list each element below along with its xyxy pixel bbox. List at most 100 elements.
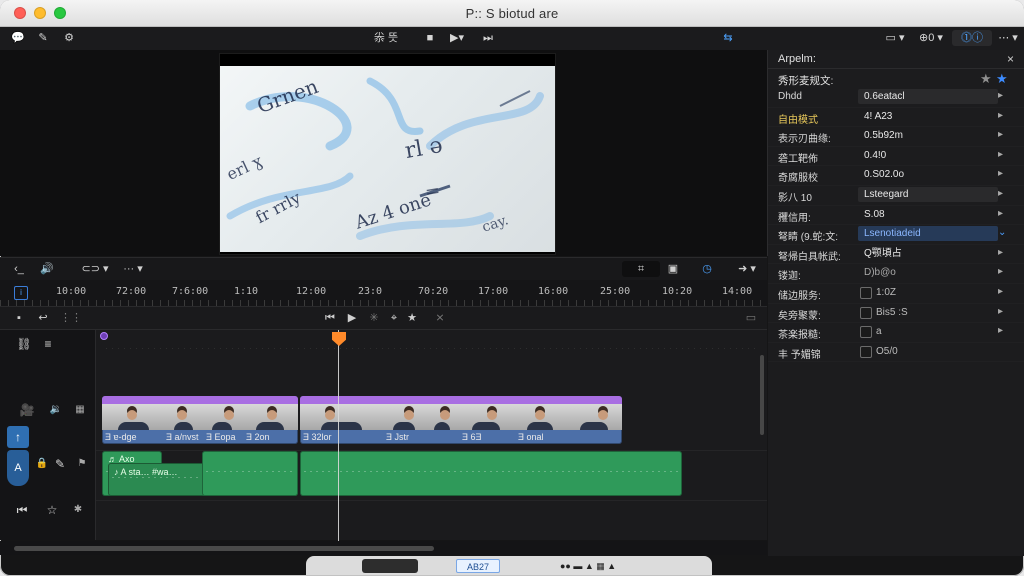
disabled-icon[interactable]: ⨯ bbox=[432, 310, 448, 326]
inspector-row[interactable]: 弩帰白具帐武: Q颚頃占 ▸ bbox=[768, 245, 1024, 265]
inspector-row-value[interactable]: 4! A23 bbox=[858, 109, 998, 124]
audio-icon[interactable]: 🔊 bbox=[38, 261, 56, 277]
grid2-icon[interactable]: ▦ bbox=[72, 402, 88, 418]
puzzle-icon[interactable]: ⚙ bbox=[60, 30, 78, 46]
inspector-row[interactable]: 影八 10 Lsteegard ▸ bbox=[768, 186, 1024, 206]
video-clip[interactable]: Ǝ ɐ-dge Ǝ a/nvst Ǝ Eopa Ǝ 2on bbox=[102, 396, 298, 444]
toolbar-text-1[interactable]: 尜 뜻 bbox=[368, 30, 404, 46]
inspector-row[interactable]: 奇腐服校 0.S02.0o ▸ bbox=[768, 166, 1024, 186]
video-clip[interactable]: Ǝ 32lor Ǝ Jstr Ǝ 6Ǝ Ǝ onal bbox=[300, 396, 622, 444]
clock-icon[interactable]: ◷ bbox=[698, 261, 716, 277]
transform-icon[interactable]: ⌗ bbox=[622, 261, 660, 277]
view-menu[interactable]: ▭ ▾ bbox=[880, 30, 910, 46]
menu-icon[interactable]: ≡ bbox=[40, 336, 56, 352]
chevron-right-icon[interactable]: ▸ bbox=[998, 247, 1003, 258]
effects-icon[interactable]: ✱ bbox=[70, 502, 86, 518]
clip-menu[interactable]: ⊂⊃ ▾ bbox=[78, 261, 112, 277]
dots-menu[interactable]: ··· ▾ bbox=[118, 261, 148, 277]
purple-marker-icon[interactable] bbox=[100, 332, 108, 340]
timeline-menu-icon[interactable]: ▭ bbox=[742, 310, 760, 326]
audio-clip[interactable] bbox=[300, 451, 682, 496]
inspector-row-value[interactable]: 0.4!0 bbox=[858, 148, 998, 163]
ruler-lock-icon[interactable]: i bbox=[14, 286, 28, 300]
inspector-row-value[interactable]: 0.5b92m bbox=[858, 128, 998, 143]
chevron-right-icon[interactable]: ▸ bbox=[998, 110, 1003, 121]
inspector-row-value[interactable]: 0.S02.0o bbox=[858, 167, 998, 182]
inspector-row[interactable]: 弩睛 (9.蛇:文: Lsenotiadeid ⌄ bbox=[768, 225, 1024, 245]
active-star-icon[interactable]: ★ bbox=[996, 71, 1008, 87]
forward-menu[interactable]: ➜ ▾ bbox=[730, 261, 764, 277]
pen-icon[interactable]: ✎ bbox=[34, 30, 52, 46]
chevron-right-icon[interactable]: ▸ bbox=[998, 208, 1003, 219]
chevron-right-icon[interactable]: ▸ bbox=[998, 188, 1003, 199]
skip-back-icon[interactable]: ⏮ bbox=[322, 310, 338, 326]
shield-icon[interactable]: A bbox=[7, 450, 29, 486]
timeline-ruler[interactable]: i 10:00 72:00 7:6:00 1:10 12:00 23:0 70:… bbox=[0, 280, 767, 307]
star-outline-icon[interactable]: ☆ bbox=[44, 502, 60, 518]
chevron-right-icon[interactable]: ▸ bbox=[998, 149, 1003, 160]
inspector-row[interactable]: 自由模式 4! A23 ▸ bbox=[768, 108, 1024, 128]
track-area[interactable]: Ǝ ɐ-dge Ǝ a/nvst Ǝ Eopa Ǝ 2on Ǝ 32lor Ǝ … bbox=[96, 330, 767, 540]
inspector-checkbox-row[interactable]: 储边服务: 1:0Z ▸ bbox=[768, 284, 1024, 304]
playhead[interactable] bbox=[338, 330, 339, 541]
save-icon[interactable]: ▪ bbox=[12, 310, 26, 326]
zoom-menu[interactable]: ⊕0 ▾ bbox=[914, 30, 948, 46]
audio-clip[interactable] bbox=[202, 451, 298, 496]
video-frame[interactable]: Grnen erl ɣ rl ə fr rrly Az 4 one = cay. bbox=[220, 54, 555, 254]
stop-icon[interactable]: ■ bbox=[422, 30, 438, 46]
inspector-row-value[interactable]: 0.6eatacl bbox=[858, 89, 998, 104]
marker-icon[interactable]: ✳ bbox=[366, 310, 382, 326]
step-icon[interactable]: ⏭ bbox=[480, 30, 496, 46]
inspector-row[interactable]: 矡信用: S.08 ▸ bbox=[768, 206, 1024, 226]
inspector-checkbox-row[interactable]: 矣旁聚蒙: Bis5 :S ▸ bbox=[768, 304, 1024, 324]
mark-icon[interactable]: ⌖ bbox=[386, 310, 402, 326]
info-icon[interactable]: ⓵ⓘ bbox=[952, 30, 992, 46]
inspector-row-value[interactable]: Lsenotiadeid bbox=[858, 226, 998, 242]
chevron-right-icon[interactable]: ▸ bbox=[998, 306, 1003, 317]
dock-control[interactable] bbox=[362, 559, 418, 573]
play-menu[interactable]: ▶▾ bbox=[444, 30, 470, 46]
grid-icon[interactable]: ⋮⋮ bbox=[60, 310, 82, 326]
undo-icon[interactable]: ↩ bbox=[34, 310, 52, 326]
link-icon[interactable]: ⛓ bbox=[16, 336, 32, 352]
pipette-icon[interactable]: ✎ bbox=[52, 456, 68, 472]
inspector-row[interactable]: 表示刃曲缘: 0.5b92m ▸ bbox=[768, 127, 1024, 147]
close-icon[interactable]: × bbox=[1007, 52, 1014, 66]
arrows-icon[interactable]: ⇆ bbox=[718, 30, 738, 46]
checkbox[interactable] bbox=[860, 326, 872, 339]
chevron-right-icon[interactable]: ▸ bbox=[998, 168, 1003, 179]
chevron-right-icon[interactable]: ▸ bbox=[998, 266, 1003, 277]
flag-icon[interactable]: ⚑ bbox=[74, 456, 90, 472]
back-icon[interactable]: ‹_ bbox=[10, 261, 28, 277]
lock-icon[interactable]: 🔒 bbox=[34, 456, 50, 472]
chevron-right-icon[interactable]: ▸ bbox=[998, 129, 1003, 140]
checkbox[interactable] bbox=[860, 306, 872, 319]
chevron-right-icon[interactable]: ▸ bbox=[998, 325, 1003, 336]
inspector-row-value[interactable]: D)b@o bbox=[858, 265, 998, 280]
frame-icon[interactable]: ▣ bbox=[664, 261, 682, 277]
inspector-row[interactable]: 砻工靶佈 0.4!0 ▸ bbox=[768, 147, 1024, 167]
inspector-row[interactable]: 镂迦: D)b@o ▸ bbox=[768, 264, 1024, 284]
inspector-row-value[interactable]: Q颚頃占 bbox=[858, 246, 998, 261]
inspector-row[interactable]: Dhdd 0.6eatacl ▸ bbox=[768, 88, 1024, 108]
checkbox[interactable] bbox=[860, 345, 872, 358]
more-menu[interactable]: ⋯ ▾ bbox=[996, 30, 1020, 46]
timeline-vertical-scrollbar[interactable] bbox=[760, 355, 764, 435]
inspector-checkbox-row[interactable]: 丰 予媚锦 O5/0 bbox=[768, 343, 1024, 363]
dock-badge[interactable]: AB27 bbox=[456, 559, 500, 573]
comment-icon[interactable]: 💬 bbox=[10, 30, 26, 46]
skip-left-icon[interactable]: ⏮ bbox=[14, 502, 30, 518]
checkbox[interactable] bbox=[860, 286, 872, 299]
inspector-row-value[interactable]: Lsteegard bbox=[858, 186, 998, 202]
chevron-down-icon[interactable]: ⌄ bbox=[998, 227, 1006, 238]
star-icon[interactable]: ★ bbox=[404, 310, 420, 326]
inspector-row-value[interactable]: S.08 bbox=[858, 207, 998, 222]
play-icon[interactable]: ▶ bbox=[344, 310, 360, 326]
inspector-checkbox-row[interactable]: 茶楽报糙: a ▸ bbox=[768, 323, 1024, 343]
chevron-right-icon[interactable]: ▸ bbox=[998, 90, 1003, 101]
chevron-right-icon[interactable]: ▸ bbox=[998, 286, 1003, 297]
favorite-star-icon[interactable]: ★ bbox=[980, 71, 992, 87]
sound-icon[interactable]: 🔉 bbox=[48, 402, 64, 418]
camera-icon[interactable]: 🎥 bbox=[18, 402, 36, 418]
dock-icons[interactable]: ●● ▬ ▲ ▦ ▲ bbox=[560, 559, 668, 573]
